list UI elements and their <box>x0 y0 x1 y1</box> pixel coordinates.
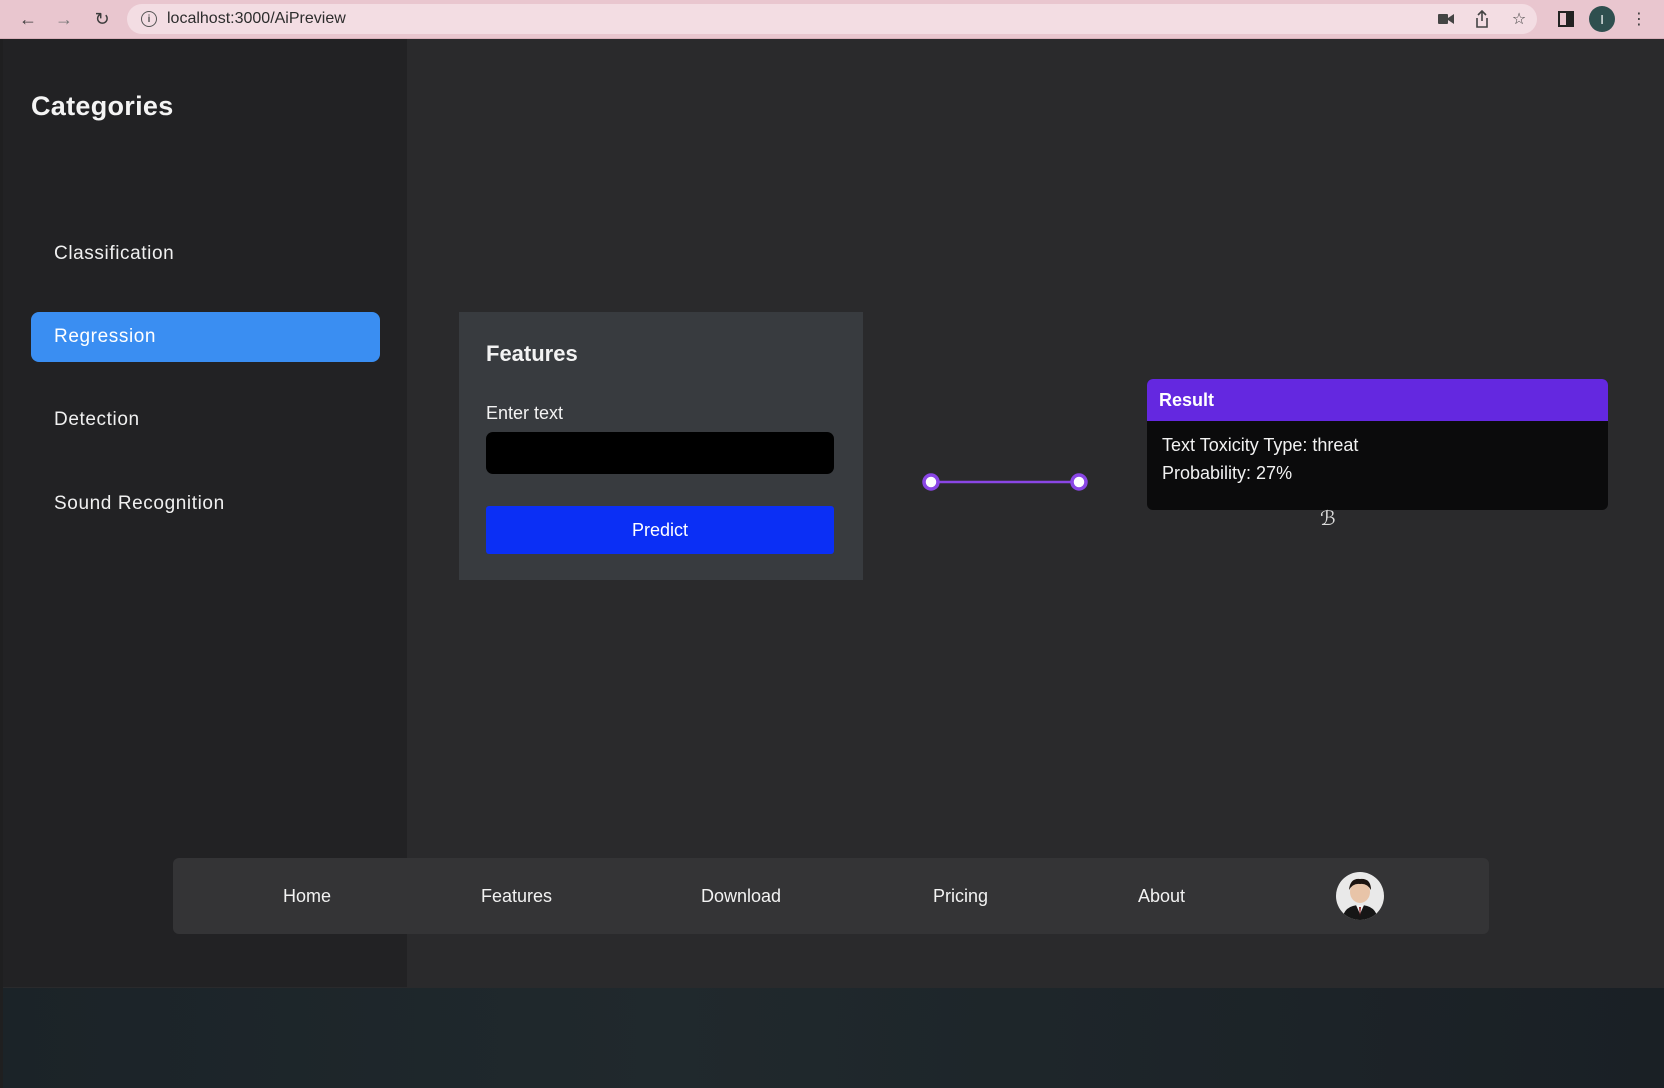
sidebar-item-label: Detection <box>54 409 140 430</box>
share-icon[interactable] <box>1469 6 1495 32</box>
probability-text: Probability: 27% <box>1162 463 1293 483</box>
text-cursor-icon: ℬ <box>1320 506 1336 530</box>
sidebar-item-label: Sound Recognition <box>54 493 225 514</box>
source-handle[interactable] <box>922 473 940 491</box>
profile-avatar-icon[interactable]: I <box>1589 6 1615 32</box>
address-bar[interactable]: i localhost:3000/AiPreview <box>127 4 1537 34</box>
nav-features[interactable]: Features <box>481 858 552 934</box>
toxicity-type-text: Text Toxicity Type: threat <box>1162 435 1359 455</box>
predict-button[interactable]: Predict <box>486 506 834 554</box>
enter-text-label: Enter text <box>486 403 564 423</box>
result-node[interactable]: Result Text Toxicity Type: threat Probab… <box>1147 379 1608 510</box>
reload-icon[interactable]: ↻ <box>89 6 115 32</box>
back-arrow-icon[interactable]: ← <box>15 6 41 32</box>
sidebar-item-label: Classification <box>54 243 175 264</box>
site-info-icon[interactable]: i <box>141 11 157 27</box>
node-connector[interactable] <box>920 470 1090 494</box>
nav-download[interactable]: Download <box>701 858 781 934</box>
categories-sidebar: Categories Classification Regression Det… <box>3 39 407 987</box>
nav-pricing[interactable]: Pricing <box>933 858 988 934</box>
sidebar-item-regression[interactable]: Regression <box>31 312 380 362</box>
sidebar-title: Categories <box>31 91 174 121</box>
side-panel-icon[interactable] <box>1553 6 1579 32</box>
sidebar-item-classification[interactable]: Classification <box>31 229 380 279</box>
bottom-navigation: Home Features Download Pricing About <box>173 858 1489 934</box>
bookmark-star-icon[interactable]: ☆ <box>1506 6 1532 32</box>
page-footer-band <box>3 988 1664 1088</box>
sidebar-item-sound-recognition[interactable]: Sound Recognition <box>31 479 380 529</box>
more-menu-icon[interactable]: ⋮ <box>1626 6 1652 32</box>
sidebar-item-detection[interactable]: Detection <box>31 395 380 445</box>
camera-icon[interactable] <box>1433 6 1459 32</box>
result-title: Result <box>1147 379 1608 421</box>
user-avatar[interactable] <box>1336 872 1384 920</box>
features-title: Features <box>486 341 578 366</box>
features-node[interactable]: Features Enter text Predict <box>459 312 863 580</box>
nav-about[interactable]: About <box>1138 858 1185 934</box>
forward-arrow-icon[interactable]: → <box>51 6 77 32</box>
url-text[interactable]: localhost:3000/AiPreview <box>167 10 346 28</box>
browser-toolbar: ← → ↻ i localhost:3000/AiPreview ☆ I ⋮ <box>0 0 1664 39</box>
text-input[interactable] <box>486 432 834 474</box>
target-handle[interactable] <box>1070 473 1088 491</box>
nav-home[interactable]: Home <box>283 858 331 934</box>
sidebar-item-label: Regression <box>54 326 157 347</box>
